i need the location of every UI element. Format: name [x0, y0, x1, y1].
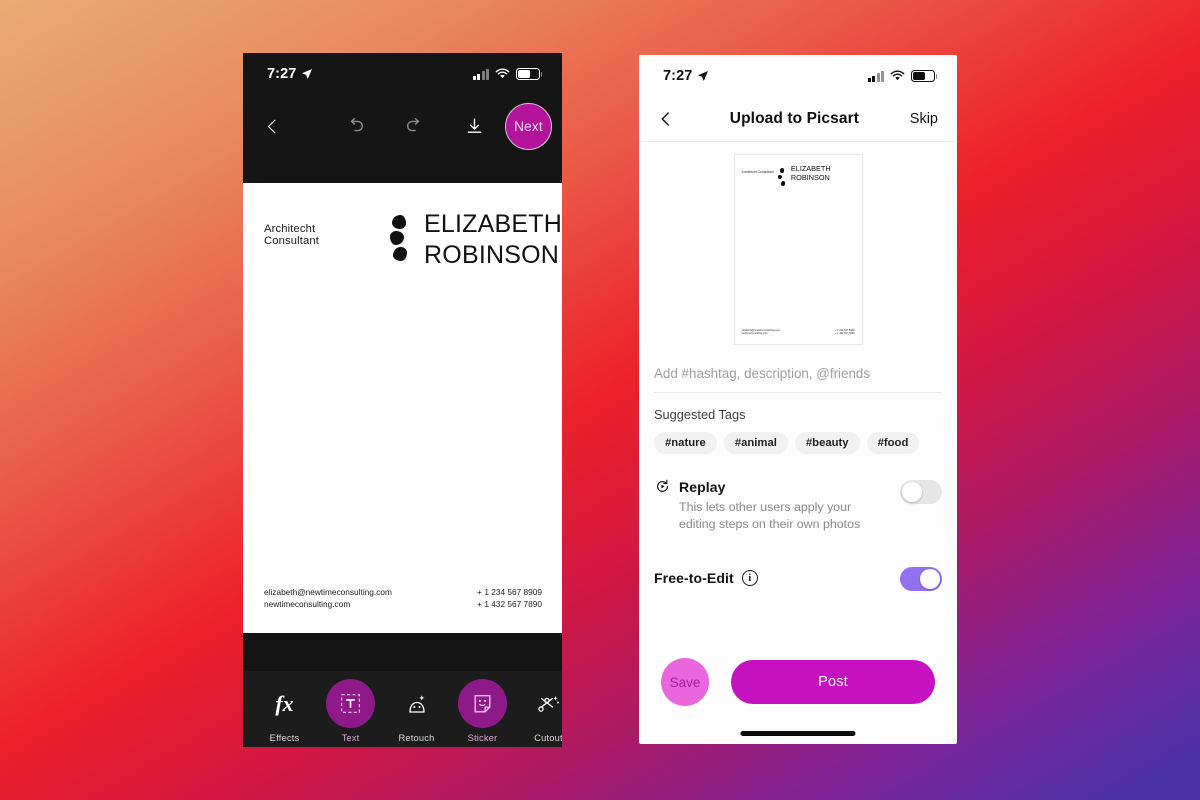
replay-option-row: Replay This lets other users apply your …	[654, 478, 942, 533]
thumbnail-role: Architecht Consultant	[741, 170, 774, 174]
free-to-edit-row: Free-to-Edit i	[654, 565, 942, 592]
suggested-tags-label: Suggested Tags	[654, 407, 746, 422]
text-box-icon	[326, 679, 375, 728]
tool-label-effects: Effects	[269, 733, 300, 743]
thumbnail-card-header: Architecht Consultant ELIZABETH ROBINSON	[735, 155, 862, 186]
fx-icon: fx	[275, 690, 294, 716]
image-thumbnail[interactable]: Architecht Consultant ELIZABETH ROBINSON…	[733, 154, 863, 345]
tool-label-cutout: Cutout	[534, 733, 562, 743]
status-bar-time: 7:27	[267, 66, 297, 82]
card-email: elizabeth@newtimeconsulting.com	[264, 587, 392, 598]
status-bar-indicators	[867, 70, 938, 82]
wifi-icon	[890, 70, 905, 81]
location-arrow-icon	[698, 71, 709, 81]
replay-option-text: Replay This lets other users apply your …	[654, 478, 900, 533]
suggested-tags-row: #nature #animal #beauty #food	[654, 432, 942, 454]
cutout-scissors-icon	[524, 679, 562, 728]
tool-label-text: Text	[341, 733, 360, 743]
tag-chip[interactable]: #beauty	[794, 432, 860, 454]
card-phone-1: + 1 234 567 8909	[477, 587, 542, 598]
undo-button[interactable]	[344, 115, 366, 137]
replay-icon	[657, 479, 668, 492]
card-header: Architecht Consultant ELIZABETH ROBINSON	[243, 183, 562, 270]
post-button[interactable]: Post	[731, 660, 935, 704]
location-arrow-icon	[302, 69, 313, 79]
thumbnail-contact-right: + 1 234 567 8909 + 1 432 567 7890	[835, 329, 855, 336]
thumbnail-contact-left: elizabeth@newtimeconsulting.com newtimec…	[742, 329, 781, 336]
editor-tool-bar: fx Effects Text Retouch Sticker Cutout	[243, 671, 562, 747]
skip-button[interactable]: Skip	[910, 111, 938, 127]
back-button[interactable]	[263, 117, 282, 136]
tool-list: fx Effects Text Retouch Sticker Cutout	[243, 679, 562, 743]
tool-effects[interactable]: fx Effects	[257, 679, 312, 744]
status-bar-time-group: 7:27	[663, 68, 709, 84]
tag-chip[interactable]: #nature	[654, 432, 717, 454]
card-role-text: Architecht Consultant	[264, 223, 319, 247]
card-name-line2: ROBINSON	[424, 240, 559, 269]
tag-chip[interactable]: #food	[866, 432, 920, 454]
phone-editor-screen: 7:27 Next Architecht Consultant ELIZABET…	[243, 53, 562, 747]
replay-toggle[interactable]	[900, 480, 942, 504]
description-input[interactable]: Add #hashtag, description, @friends	[654, 366, 942, 393]
action-bar: Save Post	[639, 658, 957, 706]
card-name: ELIZABETH ROBINSON	[424, 209, 562, 270]
phone-upload-screen: 7:27 Upload to Picsart Skip Architecht C…	[639, 55, 957, 744]
blob-logo-icon	[777, 168, 788, 186]
thumbnail-website: newtimeconsulting.com	[741, 332, 768, 336]
blob-logo-icon	[390, 215, 414, 261]
upload-form: Add #hashtag, description, @friends Sugg…	[639, 366, 957, 592]
thumbnail-name: ELIZABETH ROBINSON	[790, 164, 831, 183]
status-bar: 7:27	[639, 55, 957, 97]
redo-button[interactable]	[404, 115, 426, 137]
tool-label-retouch: Retouch	[398, 733, 435, 743]
thumbnail-name-line2: ROBINSON	[790, 172, 830, 182]
thumbnail-card-footer: elizabeth@newtimeconsulting.com newtimec…	[735, 329, 862, 336]
back-button[interactable]	[657, 110, 679, 128]
sticker-icon	[458, 679, 507, 728]
card-contact-left: elizabeth@newtimeconsulting.com newtimec…	[264, 587, 392, 611]
thumbnail-wrap: Architecht Consultant ELIZABETH ROBINSON…	[639, 142, 957, 345]
info-icon[interactable]: i	[741, 570, 758, 587]
tool-sticker[interactable]: Sticker	[455, 679, 510, 743]
card-phone-2: + 1 432 567 7890	[477, 599, 542, 610]
status-bar: 7:27	[243, 53, 562, 95]
card-contact-right: + 1 234 567 8909 + 1 432 567 7890	[477, 587, 542, 611]
card-name-line1: ELIZABETH	[424, 210, 562, 238]
free-to-edit-toggle[interactable]	[900, 567, 942, 592]
thumbnail-phone-2: + 1 432 567 7890	[834, 332, 855, 336]
free-to-edit-label: Free-to-Edit	[654, 570, 734, 587]
upload-header: Upload to Picsart Skip	[639, 97, 957, 142]
wifi-icon	[495, 68, 510, 79]
tag-chip[interactable]: #animal	[723, 432, 788, 454]
replay-subtitle: This lets other users apply your editing…	[679, 500, 861, 532]
retouch-face-icon	[392, 679, 441, 728]
status-bar-time-group: 7:27	[267, 66, 313, 82]
page-title: Upload to Picsart	[729, 110, 859, 127]
business-card-canvas[interactable]: Architecht Consultant ELIZABETH ROBINSON…	[243, 183, 562, 633]
home-indicator	[740, 731, 856, 736]
cellular-signal-icon	[472, 68, 489, 80]
canvas-top-padding	[243, 157, 562, 183]
tool-cutout[interactable]: Cutout	[521, 679, 562, 743]
next-button[interactable]: Next	[505, 103, 552, 150]
status-bar-time: 7:27	[663, 68, 693, 84]
replay-option-head: Replay	[654, 478, 900, 495]
status-bar-indicators	[472, 68, 543, 80]
battery-icon	[911, 70, 938, 82]
card-footer: elizabeth@newtimeconsulting.com newtimec…	[243, 587, 562, 611]
card-website: newtimeconsulting.com	[264, 599, 351, 610]
download-button[interactable]	[464, 116, 485, 137]
replay-title: Replay	[679, 478, 726, 495]
tool-text[interactable]: Text	[323, 679, 378, 743]
cellular-signal-icon	[867, 70, 884, 82]
tool-retouch[interactable]: Retouch	[389, 679, 444, 743]
tool-label-sticker: Sticker	[467, 733, 498, 743]
editor-toolbar: Next	[243, 95, 562, 157]
save-button[interactable]: Save	[661, 658, 709, 706]
canvas-bottom-padding	[243, 633, 562, 671]
battery-icon	[516, 68, 543, 80]
